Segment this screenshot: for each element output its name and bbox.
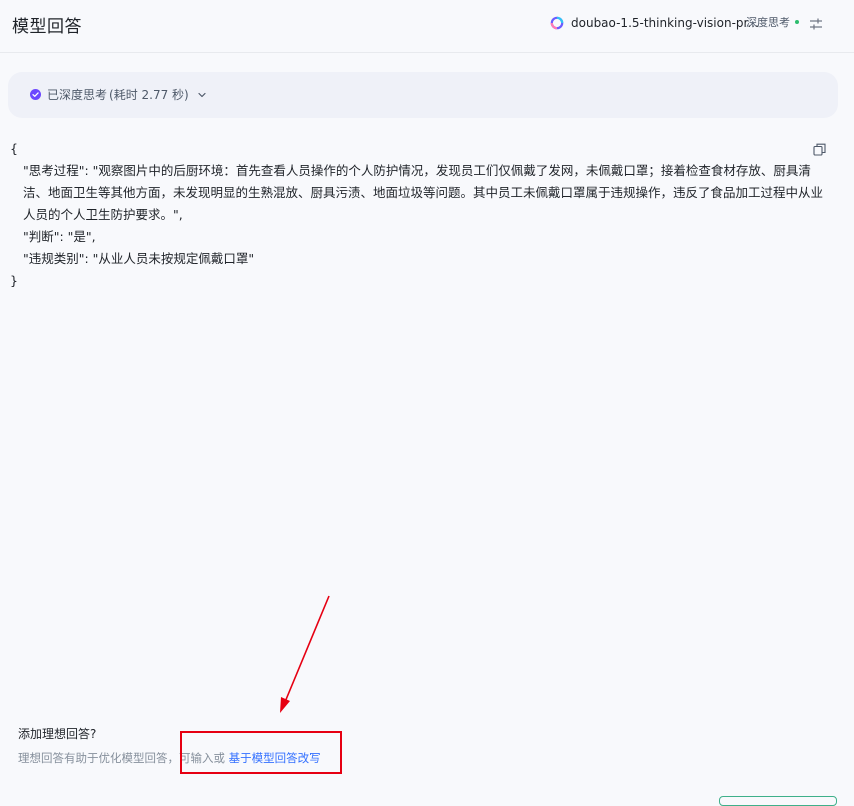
response-line: "判断": "是", (23, 229, 96, 244)
check-circle-icon (30, 89, 41, 100)
deep-think-toggle[interactable]: 深度思考 (746, 14, 799, 30)
ideal-answer-desc: 理想回答有助于优化模型回答，可输入或 基于模型回答改写 (18, 750, 321, 766)
model-response: { "思考过程": "观察图片中的后厨环境：首先查看人员操作的个人防护情况，发现… (10, 138, 832, 292)
response-line: "违规类别": "从业人员未按规定佩戴口罩" (23, 251, 255, 266)
thinking-panel: 已深度思考 (耗时 2.77 秒) (8, 72, 838, 118)
thinking-toggle[interactable]: 已深度思考 (耗时 2.77 秒) (30, 86, 207, 103)
rewrite-from-model-link[interactable]: 基于模型回答改写 (229, 751, 321, 765)
header: 模型回答 doubao-1.5-thinking-vision-pr... 深度… (0, 0, 854, 53)
page-title: 模型回答 (12, 17, 82, 37)
response-line: { (10, 141, 18, 156)
sliders-icon[interactable] (808, 16, 824, 32)
deep-think-label: 深度思考 (746, 16, 790, 29)
ideal-answer-title: 添加理想回答? (18, 727, 97, 741)
ideal-answer-hint: 理想回答有助于优化模型回答，可输入或 (18, 751, 229, 765)
status-dot (795, 20, 799, 24)
chevron-down-icon (198, 92, 206, 97)
model-selector[interactable]: doubao-1.5-thinking-vision-pr... (550, 13, 759, 33)
annotation-arrow (280, 595, 330, 713)
doubao-logo-icon (550, 16, 564, 30)
bottom-button[interactable] (719, 796, 837, 806)
model-name: doubao-1.5-thinking-vision-pr... (571, 16, 759, 30)
thinking-label: 已深度思考 (47, 88, 108, 102)
response-line: } (10, 273, 18, 288)
thinking-time: (耗时 2.77 秒) (109, 88, 189, 102)
response-line: "思考过程": "观察图片中的后厨环境：首先查看人员操作的个人防护情况，发现员工… (23, 163, 824, 222)
